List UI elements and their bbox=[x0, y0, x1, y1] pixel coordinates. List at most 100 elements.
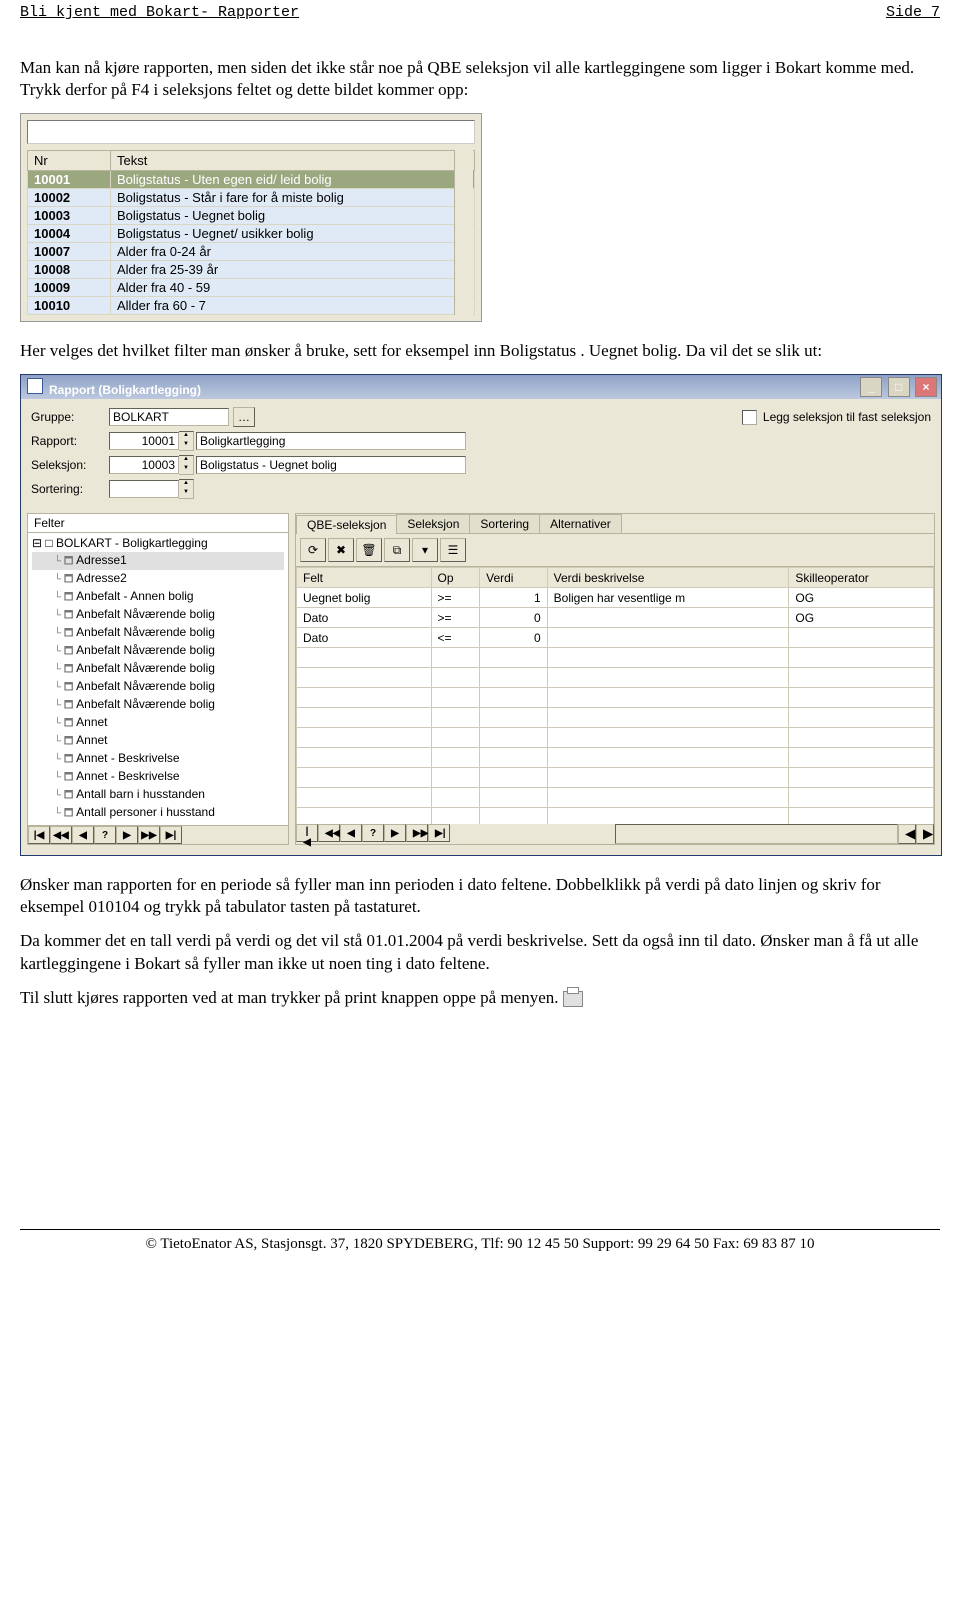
nav-button[interactable]: |◀ bbox=[28, 826, 50, 844]
tree-item[interactable]: Adresse2 bbox=[32, 570, 284, 588]
qbe-row-empty[interactable] bbox=[297, 728, 934, 748]
minimize-button[interactable]: _ bbox=[860, 377, 882, 397]
qbe-row-empty[interactable] bbox=[297, 808, 934, 825]
nav-button[interactable]: ◀◀ bbox=[50, 826, 72, 844]
tree-item[interactable]: Antall barn i husstanden bbox=[32, 786, 284, 804]
sortering-num-input[interactable] bbox=[109, 480, 179, 498]
filter-row[interactable]: 10007Alder fra 0-24 år bbox=[28, 243, 475, 261]
nav-button[interactable]: ▶ bbox=[116, 826, 138, 844]
qbe-col[interactable]: Felt bbox=[297, 568, 432, 588]
tree-item[interactable]: Anbefalt Nåværende bolig bbox=[32, 696, 284, 714]
qbe-col[interactable]: Skilleoperator bbox=[789, 568, 934, 588]
copy-icon[interactable]: ⧉ bbox=[384, 538, 410, 562]
header-left: Bli kjent med Bokart- Rapporter bbox=[20, 4, 299, 21]
tree-item[interactable]: Annet - Beskrivelse bbox=[32, 750, 284, 768]
qbe-row-empty[interactable] bbox=[297, 748, 934, 768]
nav-button[interactable]: ? bbox=[362, 824, 384, 842]
tab-alternativer[interactable]: Alternativer bbox=[539, 514, 622, 533]
sortering-spinner[interactable]: ▲▼ bbox=[179, 479, 194, 499]
filter-row[interactable]: 10004Boligstatus - Uegnet/ usikker bolig bbox=[28, 225, 475, 243]
seleksjon-text-input[interactable]: Boligstatus - Uegnet bolig bbox=[196, 456, 466, 474]
nav-button[interactable]: ◀ bbox=[340, 824, 362, 842]
filter-row[interactable]: 10002Boligstatus - Står i fare for å mis… bbox=[28, 189, 475, 207]
filter-input[interactable] bbox=[27, 120, 475, 144]
gruppe-input[interactable]: BOLKART bbox=[109, 408, 229, 426]
header-right: Side 7 bbox=[886, 4, 940, 21]
page-footer: © TietoEnator AS, Stasjonsgt. 37, 1820 S… bbox=[20, 1229, 940, 1265]
refresh-icon[interactable]: ⟳ bbox=[300, 538, 326, 562]
qbe-col[interactable]: Op bbox=[431, 568, 480, 588]
maximize-button[interactable]: □ bbox=[888, 377, 910, 397]
qbe-col[interactable]: Verdi beskrivelse bbox=[547, 568, 789, 588]
tree-item[interactable]: Anbefalt Nåværende bolig bbox=[32, 642, 284, 660]
filter-row[interactable]: 10009Alder fra 40 - 59 bbox=[28, 279, 475, 297]
qbe-row-empty[interactable] bbox=[297, 688, 934, 708]
close-button[interactable]: × bbox=[915, 377, 937, 397]
qbe-row-empty[interactable] bbox=[297, 708, 934, 728]
scroll-right-button[interactable]: ▶ bbox=[916, 824, 934, 844]
filter-table[interactable]: Nr Tekst 10001Boligstatus - Uten egen ei… bbox=[27, 150, 475, 315]
filter-row[interactable]: 10003Boligstatus - Uegnet bolig bbox=[28, 207, 475, 225]
qbe-table-wrap: FeltOpVerdiVerdi beskrivelseSkilleoperat… bbox=[296, 567, 934, 824]
sortering-label: Sortering: bbox=[31, 482, 109, 496]
window-title: Rapport (Boligkartlegging) bbox=[49, 383, 201, 397]
filter-row[interactable]: 10010Allder fra 60 - 7 bbox=[28, 297, 475, 315]
tree-item[interactable]: Annet bbox=[32, 714, 284, 732]
tab-qbe-seleksjon[interactable]: QBE-seleksjon bbox=[296, 515, 397, 534]
qbe-table[interactable]: FeltOpVerdiVerdi beskrivelseSkilleoperat… bbox=[296, 567, 934, 824]
qbe-row-empty[interactable] bbox=[297, 768, 934, 788]
screenshot-rapport-dialog: Rapport (Boligkartlegging) _ □ × Gruppe:… bbox=[20, 374, 942, 856]
col-tekst[interactable]: Tekst bbox=[111, 151, 475, 171]
qbe-row-empty[interactable] bbox=[297, 648, 934, 668]
nav-button[interactable]: ? bbox=[94, 826, 116, 844]
tree-item[interactable]: Adresse1 bbox=[32, 552, 284, 570]
nav-button[interactable]: ▶| bbox=[428, 824, 450, 842]
qbe-row[interactable]: Uegnet bolig>=1Boligen har vesentlige mO… bbox=[297, 588, 934, 608]
tree-item[interactable]: Annet - Beskrivelse bbox=[32, 768, 284, 786]
col-nr[interactable]: Nr bbox=[28, 151, 111, 171]
nav-button[interactable]: ◀ bbox=[72, 826, 94, 844]
filter-row[interactable]: 10001Boligstatus - Uten egen eid/ leid b… bbox=[28, 171, 475, 189]
tree-item[interactable]: Antall personer i husstand bbox=[32, 804, 284, 822]
tree-item[interactable]: Annet bbox=[32, 732, 284, 750]
nav-button[interactable]: ▶| bbox=[160, 826, 182, 844]
qbe-col[interactable]: Verdi bbox=[480, 568, 548, 588]
scrollbar-vertical[interactable] bbox=[454, 150, 473, 315]
rapport-text-input[interactable]: Boligkartlegging bbox=[196, 432, 466, 450]
props-icon[interactable]: ☰ bbox=[440, 538, 466, 562]
nav-button[interactable]: ▶▶ bbox=[138, 826, 160, 844]
filter-icon[interactable]: ▾ bbox=[412, 538, 438, 562]
scroll-left-button[interactable]: ◀ bbox=[898, 824, 916, 844]
tree-item[interactable]: Anbefalt - Annen bolig bbox=[32, 588, 284, 606]
tree-item[interactable]: Anbefalt Nåværende bolig bbox=[32, 624, 284, 642]
felter-tree[interactable]: BOLKART - Boligkartlegging Adresse1Adres… bbox=[28, 533, 288, 825]
qbe-row-empty[interactable] bbox=[297, 788, 934, 808]
nav-button[interactable]: |◀ bbox=[296, 824, 318, 842]
filter-row[interactable]: 10008Alder fra 25-39 år bbox=[28, 261, 475, 279]
legg-seleksjon-checkbox[interactable] bbox=[742, 410, 757, 425]
rapport-num-input[interactable]: 10001 bbox=[109, 432, 179, 450]
tab-seleksjon[interactable]: Seleksjon bbox=[396, 514, 470, 533]
delete-x-icon[interactable]: ✖ bbox=[328, 538, 354, 562]
paragraph-5: Til slutt kjøres rapporten ved at man tr… bbox=[20, 987, 940, 1009]
felter-panel: Felter BOLKART - Boligkartlegging Adress… bbox=[27, 513, 289, 845]
window-titlebar: Rapport (Boligkartlegging) _ □ × bbox=[21, 375, 941, 399]
seleksjon-num-input[interactable]: 10003 bbox=[109, 456, 179, 474]
nav-button[interactable]: ◀◀ bbox=[318, 824, 340, 842]
qbe-row[interactable]: Dato>=0OG bbox=[297, 608, 934, 628]
trash-icon[interactable]: 🗑 bbox=[356, 538, 382, 562]
seleksjon-spinner[interactable]: ▲▼ bbox=[179, 455, 194, 475]
nav-button[interactable]: ▶▶ bbox=[406, 824, 428, 842]
tree-root[interactable]: BOLKART - Boligkartlegging bbox=[32, 535, 284, 552]
rapport-spinner[interactable]: ▲▼ bbox=[179, 431, 194, 451]
tree-item[interactable]: Anbefalt Nåværende bolig bbox=[32, 678, 284, 696]
felter-navbar: |◀◀◀◀?▶▶▶▶| bbox=[28, 825, 288, 844]
gruppe-browse-button[interactable]: … bbox=[233, 407, 255, 427]
qbe-row-empty[interactable] bbox=[297, 668, 934, 688]
qbe-row[interactable]: Dato<=0 bbox=[297, 628, 934, 648]
scrollbar-horizontal[interactable] bbox=[615, 824, 898, 844]
tree-item[interactable]: Anbefalt Nåværende bolig bbox=[32, 660, 284, 678]
tab-sortering[interactable]: Sortering bbox=[469, 514, 540, 533]
nav-button[interactable]: ▶ bbox=[384, 824, 406, 842]
tree-item[interactable]: Anbefalt Nåværende bolig bbox=[32, 606, 284, 624]
